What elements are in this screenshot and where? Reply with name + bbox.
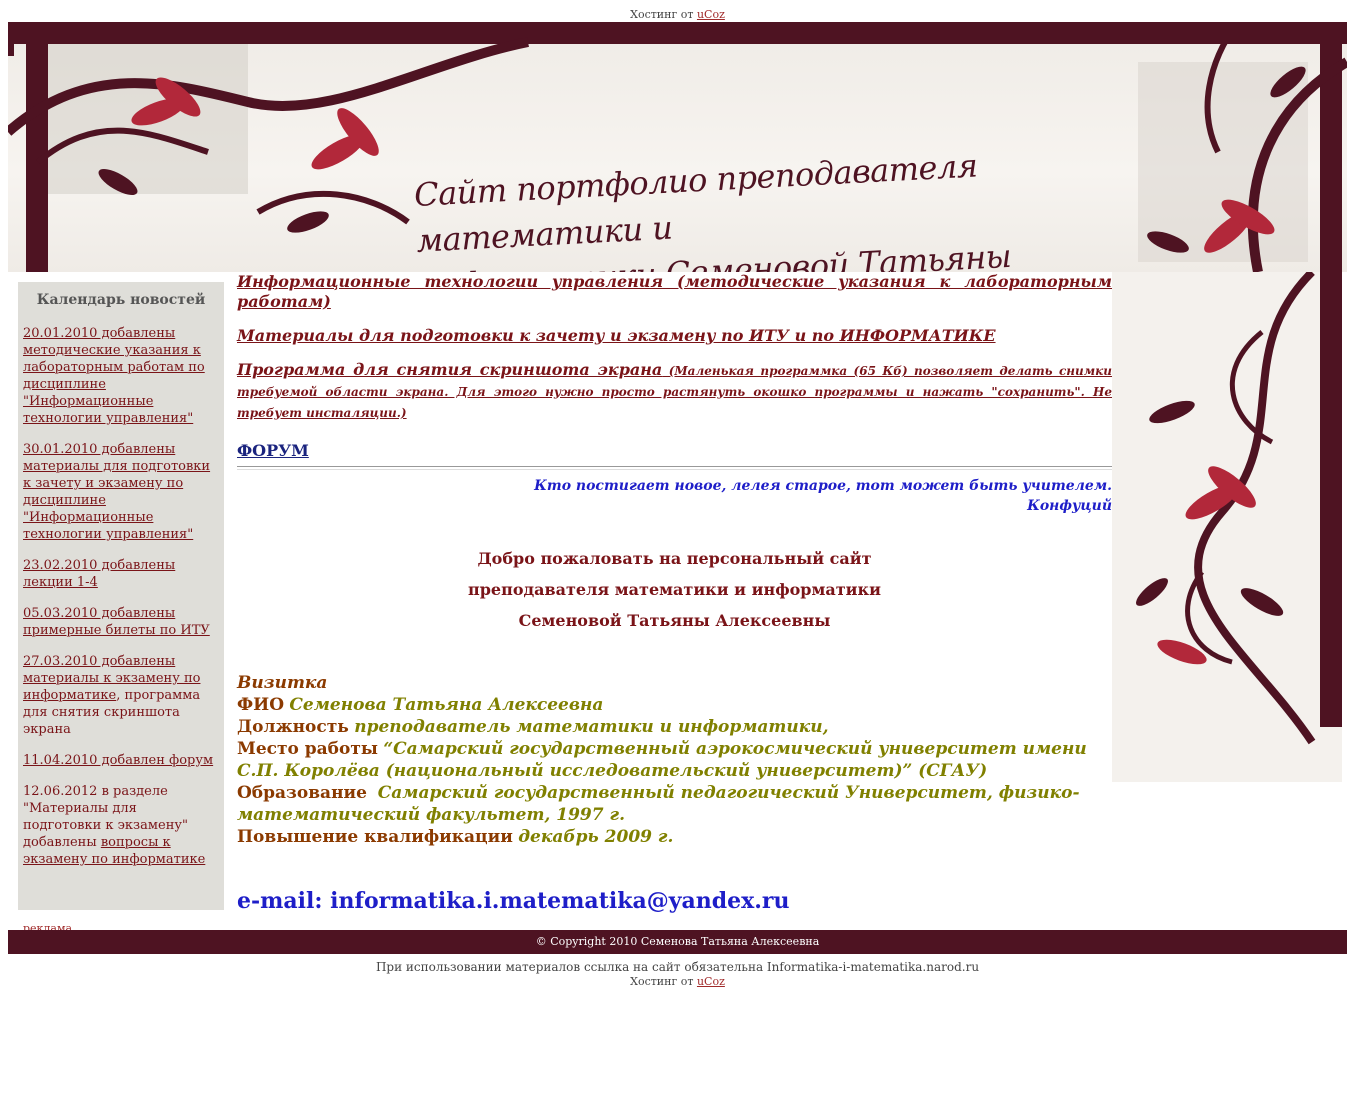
hosting-prefix: Хостинг от <box>630 975 694 988</box>
header-banner: Сайт портфолио преподавателя математики … <box>8 22 1347 272</box>
business-card: Визитка ФИО Семенова Татьяна Алексеевна … <box>237 672 1112 848</box>
welcome-message: Добро пожаловать на персональный сайт пр… <box>237 543 1112 636</box>
position-value: преподаватель математики и информатики, <box>354 717 829 737</box>
qualification-row: Повышение квалификации декабрь 2009 г. <box>237 826 1112 848</box>
qualification-value: декабрь 2009 г. <box>518 827 674 847</box>
news-item[interactable]: 23.02.2010 добавлены лекции 1-4 <box>23 557 219 591</box>
work-label: Место работы <box>237 739 378 759</box>
news-item[interactable]: 11.04.2010 добавлен форум <box>23 752 219 769</box>
screenshot-program-title: Программа для снятия скриншота экрана <box>237 360 663 379</box>
qualification-label: Повышение квалификации <box>237 827 513 847</box>
footer-bar: © Copyright 2010 Семенова Татьяна Алексе… <box>8 930 1347 954</box>
news-item[interactable]: 05.03.2010 добавлены примерные билеты по… <box>23 605 219 639</box>
hosting-prefix: Хостинг от <box>630 8 694 21</box>
quote-author: Конфуций <box>1027 498 1112 514</box>
news-calendar-sidebar: Календарь новостей 20.01.2010 добавлены … <box>18 282 224 910</box>
news-item[interactable]: 30.01.2010 добавлены материалы для подго… <box>23 441 219 543</box>
news-item: 27.03.2010 добавлены материалы к экзамен… <box>23 653 219 738</box>
news-link[interactable]: 20.01.2010 добавлены методические указан… <box>23 326 205 426</box>
position-label: Должность <box>237 717 349 737</box>
welcome-line-1: Добро пожаловать на персональный сайт <box>477 549 872 568</box>
ucoz-link[interactable]: uCoz <box>697 975 725 988</box>
ucoz-link[interactable]: uCoz <box>697 8 725 21</box>
business-card-title: Визитка <box>237 673 328 693</box>
education-label: Образование <box>237 783 367 803</box>
hosting-top: Хостинг от uCoz <box>0 8 1355 21</box>
screenshot-program-link[interactable]: Программа для снятия скриншота экрана (М… <box>237 360 1112 423</box>
news-item[interactable]: 20.01.2010 добавлены методические указан… <box>23 325 219 427</box>
quote-text: Кто постигает новое, лелея старое, тот м… <box>534 478 1112 494</box>
news-link[interactable]: 11.04.2010 добавлен форум <box>23 753 213 768</box>
quote: Кто постигает новое, лелея старое, тот м… <box>237 476 1112 516</box>
itu-guidelines-link[interactable]: Информационные технологии управления (ме… <box>237 272 1112 312</box>
fio-value: Семенова Татьяна Алексеевна <box>289 695 604 715</box>
fio-label: ФИО <box>237 695 284 715</box>
fio-row: ФИО Семенова Татьяна Алексеевна <box>237 694 1112 716</box>
divider <box>237 466 1112 470</box>
floral-side-ornament-image <box>1112 272 1342 782</box>
work-row: Место работы “Самарский государственный … <box>237 738 1112 782</box>
forum-link[interactable]: ФОРУМ <box>237 441 1112 460</box>
hosting-bottom: Хостинг от uCoz <box>0 975 1355 988</box>
email-address: e-mail: informatika.i.matematika@yandex.… <box>237 888 790 914</box>
education-row: Образование Самарский государственный пе… <box>237 782 1112 826</box>
news-calendar-title: Календарь новостей <box>36 292 206 308</box>
position-row: Должность преподаватель математики и инф… <box>237 716 1112 738</box>
welcome-line-2: преподавателя математики и информатики <box>468 580 881 599</box>
news-link[interactable]: 23.02.2010 добавлены лекции 1-4 <box>23 558 175 590</box>
news-link[interactable]: 05.03.2010 добавлены примерные билеты по… <box>23 606 210 638</box>
footer-note: При использовании материалов ссылка на с… <box>375 960 980 974</box>
main-content: Информационные технологии управления (ме… <box>237 272 1112 914</box>
news-link[interactable]: 30.01.2010 добавлены материалы для подго… <box>23 442 210 542</box>
exam-materials-link[interactable]: Материалы для подготовки к зачету и экза… <box>237 326 1112 346</box>
welcome-line-3: Семеновой Татьяны Алексеевны <box>518 611 831 630</box>
news-item: 12.06.2012 в разделе "Материалы для подг… <box>23 783 219 868</box>
copyright: © Copyright 2010 Семенова Татьяна Алексе… <box>535 935 820 948</box>
